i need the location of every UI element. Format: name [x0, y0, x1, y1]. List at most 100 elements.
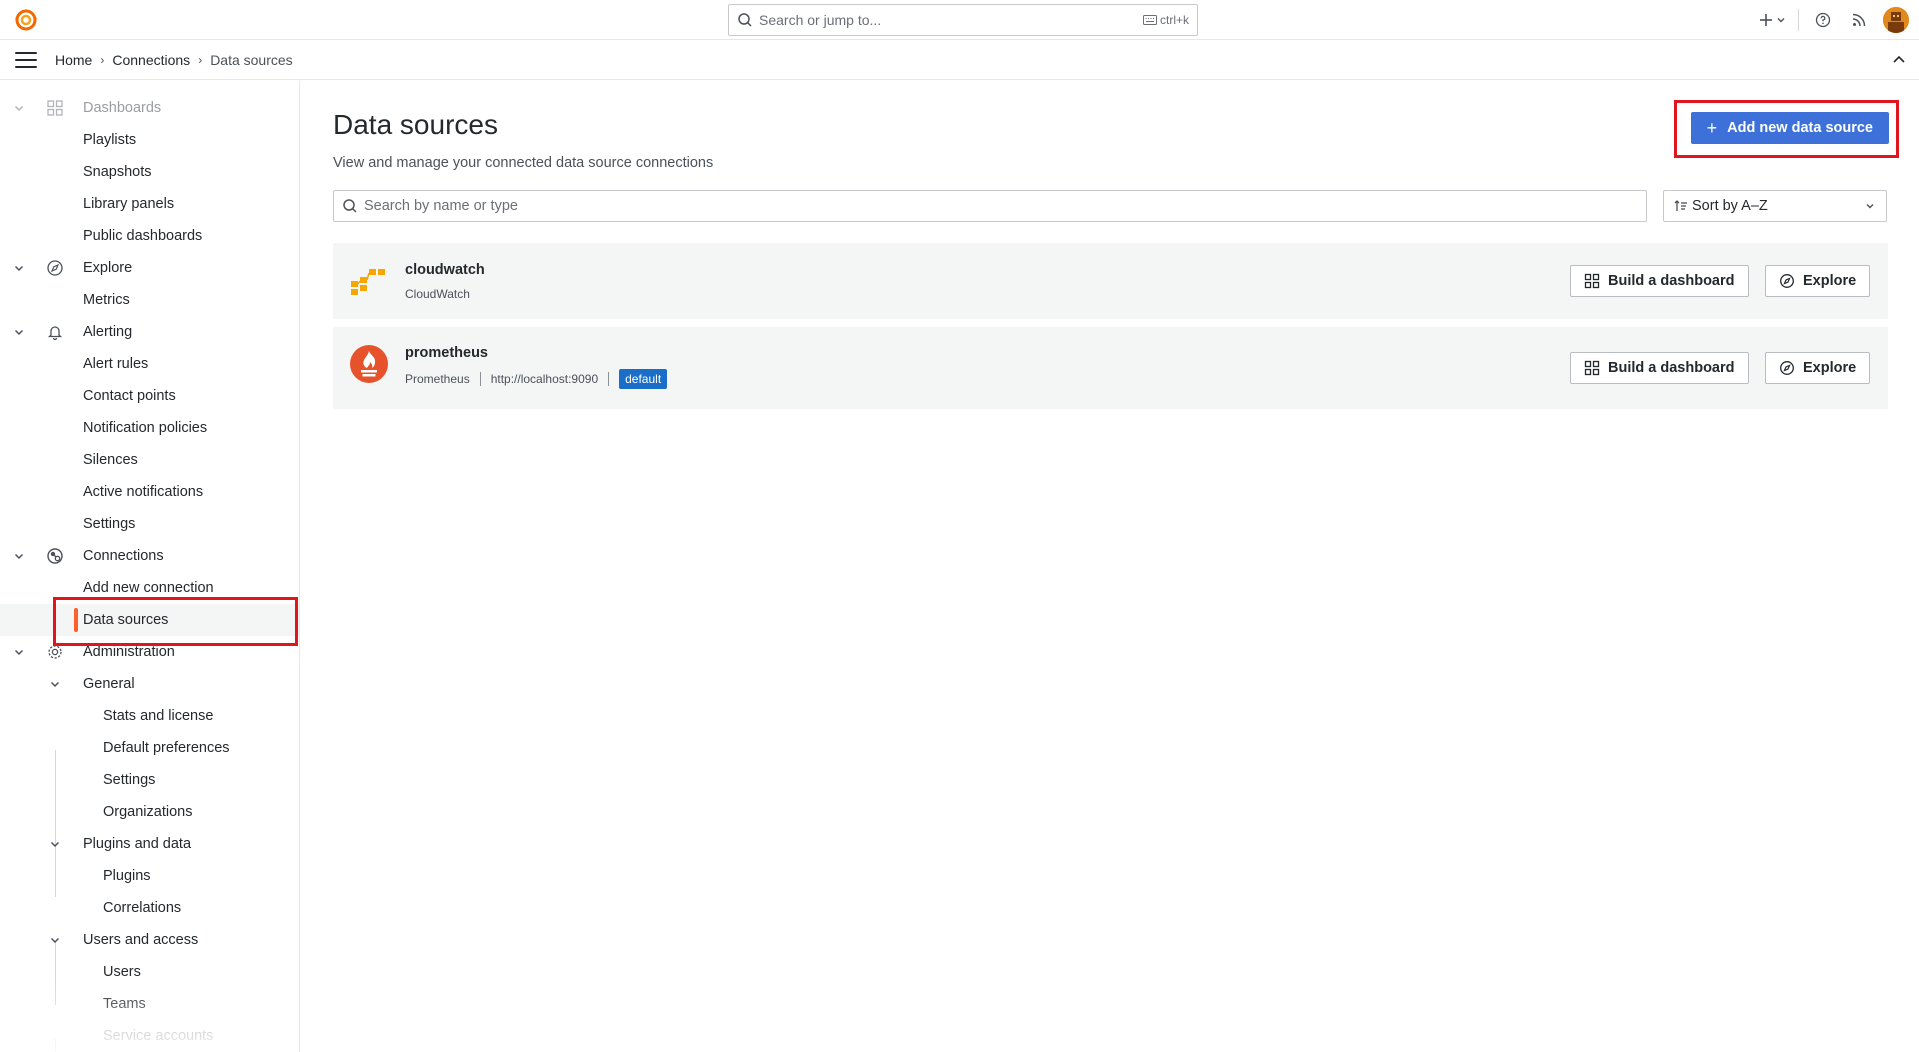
- sidebar-item-library-panels[interactable]: Library panels: [0, 188, 299, 220]
- datasource-card-cloudwatch[interactable]: cloudwatch CloudWatch Build a dashboard …: [333, 243, 1888, 319]
- chevron-up-icon[interactable]: [1891, 52, 1907, 68]
- sidebar-item-public-dashboards[interactable]: Public dashboards: [0, 220, 299, 252]
- sidebar-item-label: Teams: [103, 996, 146, 1012]
- sidebar-item-snapshots[interactable]: Snapshots: [0, 156, 299, 188]
- sidebar-item-label: Snapshots: [83, 164, 152, 180]
- sidebar-item-users[interactable]: Users: [0, 956, 299, 988]
- sidebar-item-alerting[interactable]: Alerting: [0, 316, 299, 348]
- sidebar-item-general[interactable]: General: [0, 668, 299, 700]
- apps-icon: [46, 99, 64, 117]
- sidebar-item-label: Service accounts: [103, 1028, 214, 1044]
- sidebar-item-contact-points[interactable]: Contact points: [0, 380, 299, 412]
- sidebar-item-explore[interactable]: Explore: [0, 252, 299, 284]
- help-button[interactable]: [1805, 0, 1841, 40]
- breadcrumb-connections[interactable]: Connections: [112, 52, 190, 68]
- sidebar-item-playlists[interactable]: Playlists: [0, 124, 299, 156]
- sidebar-item-teams[interactable]: Teams: [0, 988, 299, 1020]
- sidebar-item-settings[interactable]: Settings: [0, 508, 299, 540]
- keyboard-icon: [1142, 15, 1157, 25]
- sidebar-item-label: Silences: [83, 452, 138, 468]
- page-subtitle: View and manage your connected data sour…: [333, 155, 714, 171]
- sidebar-item-dashboards[interactable]: Dashboards: [0, 92, 299, 124]
- explore-label: Explore: [1803, 273, 1857, 289]
- datasource-card-prometheus[interactable]: prometheus Prometheus http://localhost:9…: [333, 327, 1888, 409]
- datasource-search-input[interactable]: [364, 198, 1638, 214]
- chevron-down-icon[interactable]: [12, 261, 26, 275]
- search-icon: [343, 199, 357, 213]
- chevron-down-icon[interactable]: [12, 549, 26, 563]
- topbar-actions: [1752, 0, 1919, 40]
- sidebar-item-notification-policies[interactable]: Notification policies: [0, 412, 299, 444]
- page-title: Data sources: [333, 109, 498, 140]
- search-icon: [738, 13, 752, 27]
- breadcrumb: Home › Connections › Data sources: [55, 52, 293, 68]
- chevron-down-icon[interactable]: [12, 101, 26, 115]
- chevron-down-icon[interactable]: [12, 325, 26, 339]
- sidebar-item-correlations[interactable]: Correlations: [0, 892, 299, 924]
- sidebar-item-service-accounts[interactable]: Service accounts: [0, 1020, 299, 1052]
- sidebar-item-connections[interactable]: Connections: [0, 540, 299, 572]
- datasource-url: http://localhost:9090: [490, 372, 599, 386]
- chevron-down-icon[interactable]: [12, 645, 26, 659]
- connections-icon: [46, 547, 64, 565]
- keyboard-shortcut: ctrl+k: [1142, 13, 1189, 27]
- meta-divider: [608, 372, 610, 386]
- sidebar-item-settings[interactable]: Settings: [0, 764, 299, 796]
- build-dashboard-button[interactable]: Build a dashboard: [1570, 265, 1749, 297]
- datasource-search-field[interactable]: [333, 190, 1647, 222]
- breadcrumb-home[interactable]: Home: [55, 52, 92, 68]
- sidebar-item-alert-rules[interactable]: Alert rules: [0, 348, 299, 380]
- sidebar-item-label: Metrics: [83, 292, 130, 308]
- sidebar-item-label: Users: [103, 964, 141, 980]
- meta-divider: [479, 372, 481, 386]
- chevron-down-icon[interactable]: [48, 933, 62, 947]
- sidebar-item-label: Active notifications: [83, 484, 204, 500]
- datasource-name[interactable]: cloudwatch: [405, 262, 485, 278]
- build-dashboard-label: Build a dashboard: [1608, 360, 1735, 376]
- sidebar-item-plugins[interactable]: Plugins: [0, 860, 299, 892]
- sidebar-item-label: Public dashboards: [83, 228, 203, 244]
- avatar[interactable]: [1883, 7, 1909, 33]
- apps-icon: [1584, 360, 1600, 376]
- sidebar-item-label: Administration: [83, 644, 175, 660]
- sidebar-item-label: Organizations: [103, 804, 193, 820]
- sidebar-item-label: Plugins and data: [83, 836, 192, 852]
- chevron-down-icon[interactable]: [48, 837, 62, 851]
- sort-select[interactable]: Sort by A–Z: [1663, 190, 1887, 222]
- prometheus-icon: [350, 345, 388, 383]
- highlight-box: [53, 597, 298, 646]
- grafana-logo-icon[interactable]: [14, 8, 38, 32]
- breadcrumb-separator-icon: ›: [100, 52, 105, 67]
- explore-label: Explore: [1803, 360, 1857, 376]
- global-search-input[interactable]: Search or jump to... ctrl+k: [728, 4, 1198, 36]
- sidebar-item-label: Alert rules: [83, 356, 149, 372]
- breadcrumb-data-sources: Data sources: [210, 51, 293, 68]
- menu-toggle-icon[interactable]: [15, 51, 37, 68]
- sidebar-item-label: Users and access: [83, 932, 199, 948]
- sidebar-item-plugins-and-data[interactable]: Plugins and data: [0, 828, 299, 860]
- news-button[interactable]: [1841, 0, 1877, 40]
- datasource-meta: CloudWatch: [405, 287, 470, 301]
- sidebar-item-label: General: [83, 676, 135, 692]
- plus-icon: [1759, 14, 1772, 26]
- sidebar-item-active-notifications[interactable]: Active notifications: [0, 476, 299, 508]
- sidebar-item-users-and-access[interactable]: Users and access: [0, 924, 299, 956]
- explore-button[interactable]: Explore: [1765, 265, 1871, 297]
- sidebar-item-default-preferences[interactable]: Default preferences: [0, 732, 299, 764]
- breadcrumb-separator-icon: ›: [198, 52, 203, 67]
- sidebar-item-label: Dashboards: [83, 100, 162, 116]
- sidebar-item-label: Connections: [83, 548, 164, 564]
- explore-button[interactable]: Explore: [1765, 352, 1871, 384]
- sidebar-item-stats-and-license[interactable]: Stats and license: [0, 700, 299, 732]
- build-dashboard-button[interactable]: Build a dashboard: [1570, 352, 1749, 384]
- sidebar-item-organizations[interactable]: Organizations: [0, 796, 299, 828]
- sidebar-item-label: Explore: [83, 260, 133, 276]
- datasource-name[interactable]: prometheus: [405, 345, 488, 361]
- sidebar-item-metrics[interactable]: Metrics: [0, 284, 299, 316]
- chevron-down-icon[interactable]: [48, 677, 62, 691]
- sidebar-item-label: Notification policies: [83, 420, 208, 436]
- sidebar-item-silences[interactable]: Silences: [0, 444, 299, 476]
- top-bar: Search or jump to... ctrl+k: [0, 0, 1919, 40]
- new-menu-button[interactable]: [1752, 0, 1792, 40]
- sidebar-item-label: Playlists: [83, 132, 137, 148]
